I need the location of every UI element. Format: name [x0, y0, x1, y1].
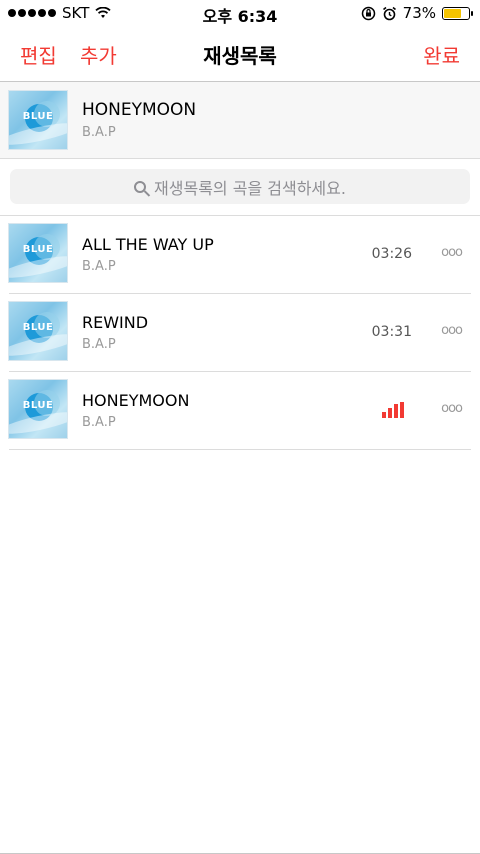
divider — [9, 449, 471, 450]
battery-percent: 73% — [402, 4, 436, 22]
track-row[interactable]: BLUE HONEYMOON B.A.P ooo — [0, 372, 480, 450]
album-art-text: BLUE — [22, 322, 54, 333]
playlist-header[interactable]: BLUE HONEYMOON B.A.P — [0, 82, 480, 159]
battery-fill — [444, 8, 461, 18]
track-row[interactable]: BLUE REWIND B.A.P 03:31 ooo — [0, 294, 480, 372]
album-art-text: BLUE — [22, 244, 54, 255]
album-art: BLUE — [9, 302, 67, 360]
more-icon[interactable]: ooo — [441, 245, 463, 260]
track-title: REWIND — [82, 313, 149, 332]
album-art: BLUE — [9, 91, 67, 149]
track-artist: B.A.P — [82, 415, 116, 430]
track-title: HONEYMOON — [82, 391, 190, 410]
album-art: BLUE — [9, 380, 67, 438]
playlist-title: HONEYMOON — [82, 100, 197, 120]
page-title: 재생목록 — [203, 44, 277, 68]
search-input[interactable]: 재생목록의 곡을 검색하세요. — [10, 169, 470, 204]
more-icon[interactable]: ooo — [441, 323, 463, 338]
battery-icon — [442, 6, 473, 20]
track-artist: B.A.P — [82, 337, 116, 352]
more-icon[interactable]: ooo — [441, 401, 463, 416]
rotation-lock-icon — [361, 6, 375, 20]
status-bar: SKT 오후 6:34 73% — [0, 0, 480, 28]
track-duration: 03:26 — [371, 246, 412, 262]
playlist-artist: B.A.P — [82, 125, 116, 140]
track-row[interactable]: BLUE ALL THE WAY UP B.A.P 03:26 ooo — [0, 216, 480, 294]
nav-bar: 편집 추가 재생목록 완료 — [0, 28, 480, 82]
search-icon — [134, 180, 147, 193]
equalizer-icon — [382, 402, 404, 418]
status-right: 73% — [361, 4, 473, 22]
album-art-text: BLUE — [22, 111, 54, 122]
track-duration: 03:31 — [371, 324, 412, 340]
album-art-text: BLUE — [22, 400, 54, 411]
done-button[interactable]: 완료 — [423, 40, 460, 69]
album-art: BLUE — [9, 224, 67, 282]
alarm-icon — [382, 6, 396, 20]
track-artist: B.A.P — [82, 259, 116, 274]
track-title: ALL THE WAY UP — [82, 235, 214, 254]
search-placeholder: 재생목록의 곡을 검색하세요. — [154, 178, 346, 198]
